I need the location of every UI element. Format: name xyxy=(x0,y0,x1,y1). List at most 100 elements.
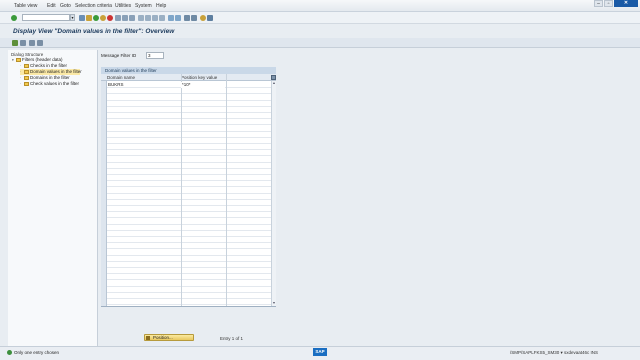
cell-domain-name[interactable]: BUKRS xyxy=(108,82,124,88)
column-separator xyxy=(226,74,227,306)
menu-selection-criteria[interactable]: Selection criteria xyxy=(75,3,112,9)
new-session-icon[interactable] xyxy=(168,15,174,21)
menu-bar: Table view Edit Goto Selection criteria … xyxy=(0,0,640,12)
back-icon[interactable] xyxy=(86,15,92,21)
table-row-line xyxy=(107,180,271,182)
page-title: Display View "Domain values in the filte… xyxy=(13,28,175,35)
menu-table-view[interactable]: Table view xyxy=(14,3,37,9)
table-row-line xyxy=(107,186,271,188)
customize-icon[interactable] xyxy=(191,15,197,21)
sap-logo: SAP xyxy=(313,348,327,356)
table-row-line xyxy=(107,236,271,237)
success-icon xyxy=(7,350,12,355)
tree-item-check-values[interactable]: · Check values in the filter xyxy=(20,81,96,87)
table-row-line xyxy=(107,242,271,244)
tree-item-label: Domain values in the filter xyxy=(30,69,82,74)
table-caption: Domain values in the filter xyxy=(101,67,276,74)
message-filter-id-field[interactable]: 3 xyxy=(146,52,164,59)
tree-item-label: Domains in the filter xyxy=(30,75,70,80)
table-settings-icon[interactable] xyxy=(271,75,276,80)
table-row-line xyxy=(107,105,271,107)
select-block-icon[interactable] xyxy=(29,40,35,46)
layout-icon[interactable] xyxy=(184,15,190,21)
command-field[interactable] xyxy=(22,14,70,21)
exit-icon[interactable] xyxy=(100,15,106,21)
back-green-icon[interactable] xyxy=(93,15,99,21)
minimize-icon[interactable]: – xyxy=(594,0,603,7)
tree-item-label: Filters (header data) xyxy=(22,57,63,62)
options-icon[interactable] xyxy=(207,15,213,21)
table-row-line xyxy=(107,260,271,262)
table-row-line xyxy=(107,229,271,231)
table-row-line xyxy=(107,149,271,151)
folder-icon xyxy=(16,58,21,62)
status-message: Only one entry chosen xyxy=(14,350,60,355)
save-icon[interactable] xyxy=(79,15,85,21)
table-row-line xyxy=(107,167,271,169)
table-header: Domain name Position key value xyxy=(101,74,276,81)
find-next-icon[interactable] xyxy=(129,15,135,21)
table-row-line xyxy=(107,223,271,225)
folder-icon xyxy=(24,76,29,80)
table-row-line xyxy=(107,198,271,200)
column-separator xyxy=(181,74,182,306)
menu-edit[interactable]: Edit xyxy=(47,3,56,9)
table-row-line xyxy=(107,279,271,281)
folder-icon xyxy=(24,64,29,68)
print-icon[interactable] xyxy=(115,15,121,21)
entry-count: Entry 1 of 1 xyxy=(220,336,244,341)
table-row-line xyxy=(107,273,271,275)
table-row-line xyxy=(107,174,271,175)
table-row-line xyxy=(107,248,271,250)
first-page-icon[interactable] xyxy=(138,15,144,21)
position-button[interactable]: Position... xyxy=(144,334,194,341)
position-icon xyxy=(146,335,150,340)
menu-utilities[interactable]: Utilities xyxy=(115,3,131,9)
table-row-line xyxy=(107,211,271,213)
scroll-down-icon[interactable]: ▼ xyxy=(272,301,276,306)
table-row-line xyxy=(107,161,271,163)
table-row-line xyxy=(107,99,271,101)
table-row-line xyxy=(107,130,271,132)
select-all-icon[interactable] xyxy=(20,40,26,46)
tree-item-label: Checks in the filter xyxy=(30,63,68,68)
column-header-position-key[interactable]: Position key value xyxy=(181,74,217,81)
tree-item-label: Check values in the filter xyxy=(30,81,80,86)
deselect-all-icon[interactable] xyxy=(37,40,43,46)
table-row-line xyxy=(107,217,271,219)
open-folder-icon xyxy=(24,70,29,74)
system-info[interactable]: /SMP/SAPLFKS5_SM30 ▾ sxdevaat46c INS xyxy=(510,350,598,356)
menu-help[interactable]: Help xyxy=(156,3,166,9)
table-row-line xyxy=(107,112,271,113)
menu-system[interactable]: System xyxy=(135,3,152,9)
table-row-line xyxy=(107,267,271,268)
window-controls: – ▫ ✕ xyxy=(594,0,638,9)
change-display-icon[interactable] xyxy=(12,40,18,46)
table-row-line xyxy=(107,205,271,206)
last-page-icon[interactable] xyxy=(159,15,165,21)
column-header-domain-name[interactable]: Domain name xyxy=(107,74,135,81)
table-row-line xyxy=(107,192,271,194)
table-row-line xyxy=(107,298,271,299)
enter-icon[interactable] xyxy=(11,15,17,21)
menu-goto[interactable]: Goto xyxy=(60,3,71,9)
cell-position-key[interactable]: *10* xyxy=(182,82,191,88)
close-icon[interactable]: ✕ xyxy=(614,0,638,7)
table-row-line xyxy=(107,254,271,256)
restore-icon[interactable]: ▫ xyxy=(604,0,613,7)
message-filter-id-label: Message Filter ID xyxy=(101,53,137,58)
next-page-icon[interactable] xyxy=(152,15,158,21)
table-row-line xyxy=(107,118,271,120)
application-toolbar xyxy=(0,38,640,48)
find-icon[interactable] xyxy=(122,15,128,21)
cancel-icon[interactable] xyxy=(107,15,113,21)
previous-page-icon[interactable] xyxy=(145,15,151,21)
help-icon[interactable] xyxy=(200,15,206,21)
table-row-line xyxy=(107,155,271,157)
table-grid xyxy=(107,81,271,306)
command-history-icon[interactable]: ▾ xyxy=(70,14,75,21)
table-row-line xyxy=(107,136,271,138)
scroll-up-icon[interactable]: ▲ xyxy=(272,81,276,86)
vertical-scrollbar[interactable]: ▲ ▼ xyxy=(271,81,276,306)
shortcut-icon[interactable] xyxy=(175,15,181,21)
